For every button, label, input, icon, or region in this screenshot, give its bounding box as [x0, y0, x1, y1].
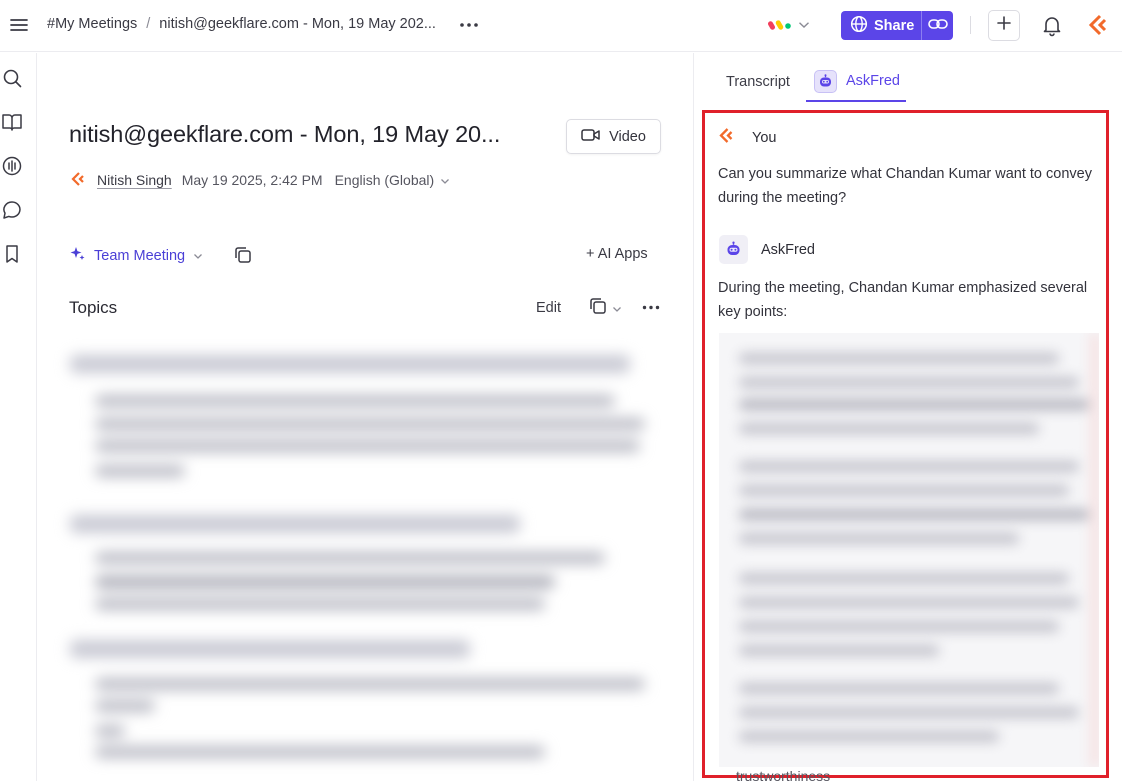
bot-answer-blurred-content [719, 333, 1099, 767]
chevron-down-icon [798, 16, 810, 34]
chat-icon[interactable] [1, 199, 23, 221]
tab-askfred[interactable]: AskFred [806, 62, 906, 102]
more-icon[interactable] [456, 14, 482, 36]
bot-message-header: AskFred [719, 235, 815, 264]
meeting-meta: Nitish Singh May 19 2025, 2:42 PM Englis… [71, 170, 450, 190]
copy-icon [588, 296, 608, 321]
panel-divider [693, 53, 694, 781]
chevron-down-icon [440, 172, 450, 188]
monday-logo-icon [768, 16, 792, 35]
more-icon[interactable] [639, 296, 663, 318]
user-name: You [752, 129, 777, 146]
book-icon[interactable] [1, 111, 23, 133]
bot-answer-trailing-text: trustworthiness [736, 768, 831, 781]
share-button-group: Share [841, 11, 953, 40]
menu-icon[interactable] [8, 14, 30, 36]
ai-apps-button[interactable]: + AI Apps [586, 246, 648, 262]
video-label: Video [609, 128, 646, 145]
left-rail [0, 53, 37, 781]
toolbar-divider [970, 16, 971, 34]
fireflies-logo-icon[interactable] [1088, 14, 1112, 36]
fireflies-logo-icon [71, 171, 87, 189]
robot-icon [719, 235, 748, 264]
globe-icon [850, 15, 868, 37]
top-bar: #My Meetings / nitish@geekflare.com - Mo… [0, 0, 1122, 52]
share-button[interactable]: Share [841, 11, 922, 40]
robot-icon [814, 69, 837, 93]
bell-icon[interactable] [1040, 13, 1064, 37]
fireflies-logo-icon [719, 128, 736, 147]
breadcrumb-current: nitish@geekflare.com - Mon, 19 May 202..… [159, 16, 436, 32]
user-message-header: You [719, 128, 776, 147]
language-dropdown[interactable]: English (Global) [335, 172, 451, 188]
topics-heading: Topics [69, 298, 118, 317]
template-label: Team Meeting [94, 247, 186, 264]
copy-dropdown[interactable] [588, 296, 622, 321]
breadcrumb: #My Meetings / nitish@geekflare.com - Mo… [47, 16, 436, 32]
tab-transcript[interactable]: Transcript [726, 62, 790, 102]
bot-answer-intro: During the meeting, Chandan Kumar emphas… [718, 280, 1088, 320]
copy-icon[interactable] [233, 245, 253, 265]
link-icon [927, 18, 948, 34]
page-title: nitish@geekflare.com - Mon, 19 May 20... [69, 121, 501, 147]
bot-name: AskFred [761, 241, 815, 258]
add-button[interactable] [988, 10, 1020, 41]
analytics-icon[interactable] [1, 155, 23, 177]
search-icon[interactable] [1, 67, 23, 89]
topics-blurred-content [60, 340, 660, 780]
breadcrumb-root-link[interactable]: #My Meetings [47, 16, 137, 32]
meeting-template-dropdown[interactable]: Team Meeting [69, 245, 203, 266]
chevron-down-icon [612, 300, 622, 318]
monday-integration-dropdown[interactable] [768, 14, 814, 36]
video-button[interactable]: Video [566, 119, 661, 154]
user-question: Can you summarize what Chandan Kumar wan… [718, 166, 1092, 206]
language-label: English (Global) [334, 172, 435, 188]
owner-link[interactable]: Nitish Singh [97, 172, 172, 188]
video-camera-icon [581, 128, 601, 146]
share-label: Share [874, 17, 915, 34]
bookmark-icon[interactable] [1, 243, 23, 265]
chevron-down-icon [193, 248, 203, 264]
sparkle-icon [69, 245, 86, 266]
meeting-date: May 19 2025, 2:42 PM [181, 172, 323, 188]
breadcrumb-separator: / [146, 16, 151, 32]
copy-link-button[interactable] [922, 11, 953, 40]
plus-icon [996, 15, 1012, 36]
tab-askfred-label: AskFred [846, 73, 900, 89]
edit-button[interactable]: Edit [527, 296, 570, 320]
